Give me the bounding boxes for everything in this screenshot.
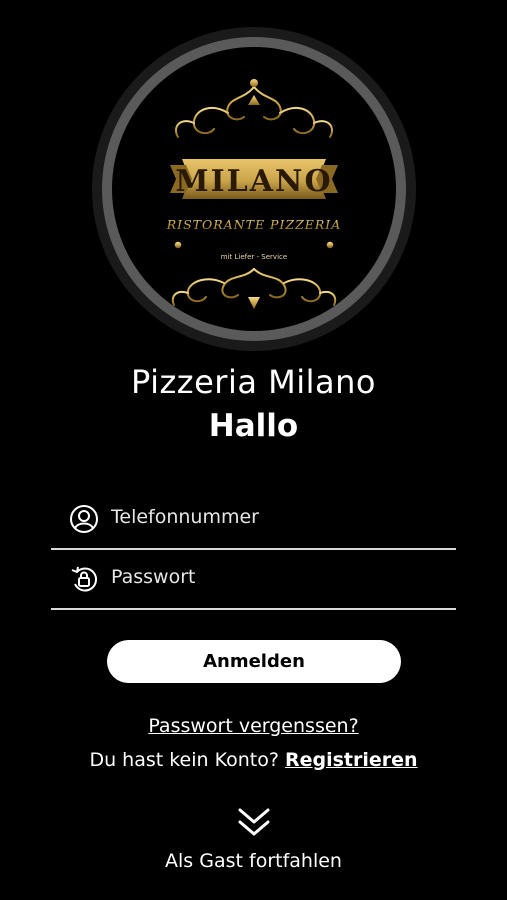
logo-inner: MILANO RISTORANTE PIZZERIA mit Liefer - …	[112, 47, 396, 331]
double-chevron-down-icon[interactable]	[237, 806, 271, 838]
no-account-text: Du hast kein Konto?	[89, 749, 285, 771]
continue-as-guest-link[interactable]: Als Gast fortfahlen	[0, 850, 507, 872]
lock-reset-icon	[71, 566, 98, 592]
svg-text:mit Liefer - Service: mit Liefer - Service	[221, 253, 287, 261]
login-button[interactable]: Anmelden	[107, 640, 401, 683]
register-link[interactable]: Registrieren	[285, 749, 418, 771]
phone-input[interactable]	[111, 500, 441, 534]
greeting-title: Hallo	[208, 408, 299, 444]
user-circle-icon	[70, 505, 98, 533]
password-input[interactable]	[111, 560, 441, 594]
login-screen: MILANO RISTORANTE PIZZERIA mit Liefer - …	[0, 0, 507, 900]
password-field[interactable]	[51, 552, 456, 610]
restaurant-name: Pizzeria Milano	[131, 363, 376, 401]
phone-field[interactable]	[51, 492, 456, 550]
forgot-password-link[interactable]: Passwort vergenssen?	[0, 715, 507, 737]
restaurant-logo: MILANO RISTORANTE PIZZERIA mit Liefer - …	[166, 79, 342, 309]
svg-text:MILANO: MILANO	[175, 164, 332, 199]
logo-ring: MILANO RISTORANTE PIZZERIA mit Liefer - …	[102, 37, 406, 341]
svg-text:RISTORANTE PIZZERIA: RISTORANTE PIZZERIA	[166, 217, 342, 232]
register-row: Du hast kein Konto? Registrieren	[0, 749, 507, 771]
logo-badge: MILANO RISTORANTE PIZZERIA mit Liefer - …	[92, 27, 416, 351]
